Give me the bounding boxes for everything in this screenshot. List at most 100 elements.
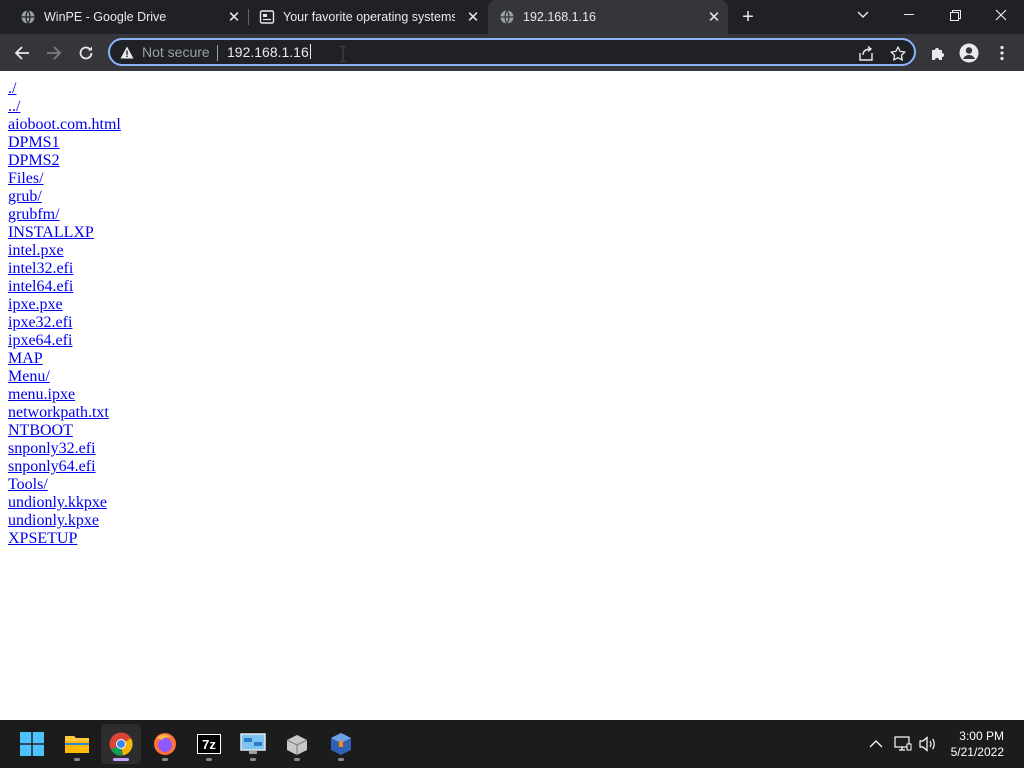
- directory-entry-link[interactable]: menu.ipxe: [8, 386, 1008, 404]
- close-icon: [995, 9, 1007, 21]
- virtualbox-button[interactable]: [321, 724, 361, 764]
- back-arrow-icon: [14, 46, 29, 60]
- tab-title: WinPE - Google Drive: [44, 10, 167, 24]
- directory-listing: ./../aioboot.com.html DPMS1 DPMS2 Files/gru…: [8, 80, 1008, 548]
- directory-entry-link[interactable]: networkpath.txt: [8, 404, 1008, 422]
- start-button[interactable]: [12, 724, 52, 764]
- menu-button[interactable]: [991, 42, 1013, 64]
- control-panel-button[interactable]: [233, 724, 273, 764]
- file-explorer-icon: [65, 736, 89, 753]
- tab-title: 192.168.1.16: [523, 10, 596, 24]
- directory-entry-link[interactable]: Menu/: [8, 368, 1008, 386]
- globe-icon: [21, 10, 35, 24]
- chrome-button[interactable]: [101, 724, 141, 764]
- directory-entry-link[interactable]: ipxe.pxe: [8, 296, 1008, 314]
- directory-entry-link[interactable]: Files/: [8, 170, 1008, 188]
- close-tab-icon[interactable]: ✕: [706, 9, 722, 26]
- file-explorer-button[interactable]: [57, 724, 97, 764]
- network-icon: [894, 736, 912, 751]
- directory-entry-link[interactable]: undionly.kpxe: [8, 512, 1008, 530]
- taskbar: 7z 3:00 PM 5/21/2022: [0, 720, 1024, 768]
- directory-entry-link[interactable]: DPMS1: [8, 134, 1008, 152]
- close-window-button[interactable]: [978, 0, 1024, 30]
- directory-entry-link[interactable]: ./: [8, 80, 1008, 98]
- profile-button[interactable]: [958, 42, 980, 64]
- directory-entry-link[interactable]: NTBOOT: [8, 422, 1008, 440]
- start-icon: [20, 732, 44, 756]
- url-text[interactable]: 192.168.1.16: [227, 44, 311, 60]
- directory-entry-link[interactable]: XPSETUP: [8, 530, 1008, 548]
- directory-entry-link[interactable]: snponly32.efi: [8, 440, 1008, 458]
- tab-google-drive[interactable]: WinPE - Google Drive ✕: [0, 0, 248, 34]
- directory-entry-link[interactable]: intel.pxe: [8, 242, 1008, 260]
- directory-entry-link[interactable]: ipxe32.efi: [8, 314, 1008, 332]
- restore-icon: [949, 9, 961, 21]
- address-bar[interactable]: Not secure 192.168.1.16: [108, 38, 916, 66]
- firefox-button[interactable]: [145, 724, 185, 764]
- directory-entry-link[interactable]: ipxe64.efi: [8, 332, 1008, 350]
- minimize-button[interactable]: [886, 0, 932, 30]
- text-cursor-icon: [340, 46, 346, 62]
- forward-button[interactable]: [41, 40, 67, 66]
- running-indicator: [74, 758, 80, 761]
- volume-icon: [919, 736, 935, 752]
- tab-strip: WinPE - Google Drive ✕ Your favorite ope…: [0, 0, 1024, 34]
- active-indicator: [113, 758, 129, 761]
- directory-entry-link[interactable]: MAP: [8, 350, 1008, 368]
- virtualbox-icon: [331, 733, 351, 755]
- tab-search-button[interactable]: [840, 0, 886, 30]
- reload-button[interactable]: [73, 40, 99, 66]
- firefox-icon: [154, 733, 176, 755]
- url-value[interactable]: 192.168.1.16: [227, 44, 309, 60]
- share-button[interactable]: [856, 44, 876, 64]
- running-indicator: [338, 758, 344, 761]
- separator: [217, 45, 218, 61]
- clock-date: 5/21/2022: [950, 745, 1004, 759]
- svg-text:7z: 7z: [202, 737, 216, 752]
- chevron-up-icon: [869, 740, 883, 748]
- new-tab-button[interactable]: +: [738, 7, 758, 27]
- package-app-button[interactable]: [277, 724, 317, 764]
- close-tab-icon[interactable]: ✕: [465, 9, 481, 26]
- forward-arrow-icon: [47, 46, 62, 60]
- restore-button[interactable]: [932, 0, 978, 30]
- back-button[interactable]: [9, 40, 35, 66]
- directory-entry-link[interactable]: INSTALLXP: [8, 224, 1008, 242]
- share-icon: [859, 46, 873, 61]
- volume-button[interactable]: [918, 734, 938, 754]
- star-icon: [890, 46, 906, 61]
- show-hidden-icons-button[interactable]: [866, 734, 886, 754]
- directory-entry-link[interactable]: Tools/: [8, 476, 1008, 494]
- chevron-down-icon: [857, 11, 869, 18]
- 7zip-button[interactable]: 7z: [189, 724, 229, 764]
- extensions-button[interactable]: [927, 42, 949, 64]
- directory-entry-link[interactable]: grub/: [8, 188, 1008, 206]
- directory-entry-link[interactable]: snponly64.efi: [8, 458, 1008, 476]
- directory-entry-link[interactable]: intel64.efi: [8, 278, 1008, 296]
- bookmark-button[interactable]: [888, 44, 908, 64]
- directory-entry-link[interactable]: grubfm/: [8, 206, 1008, 224]
- tab-192-168-1-16[interactable]: 192.168.1.16 ✕: [488, 0, 728, 34]
- browser-toolbar: Not secure 192.168.1.16: [0, 34, 1024, 71]
- chrome-icon: [109, 732, 133, 756]
- 7zip-icon: 7z: [197, 734, 221, 754]
- directory-entry-link[interactable]: intel32.efi: [8, 260, 1008, 278]
- running-indicator: [162, 758, 168, 761]
- document-icon: [259, 10, 275, 24]
- close-tab-icon[interactable]: ✕: [226, 9, 242, 26]
- reload-icon: [79, 46, 93, 60]
- warning-icon[interactable]: [120, 46, 134, 59]
- minimize-icon: [904, 14, 914, 15]
- network-status-button[interactable]: [893, 734, 913, 754]
- tab-title: Your favorite operating systems in one p…: [283, 10, 455, 24]
- directory-entry-link[interactable]: undionly.kkpxe: [8, 494, 1008, 512]
- running-indicator: [206, 758, 212, 761]
- directory-entry-link[interactable]: DPMS2: [8, 152, 1008, 170]
- tab-operating-systems[interactable]: Your favorite operating systems in one p…: [249, 0, 487, 34]
- clock[interactable]: 3:00 PM 5/21/2022: [951, 728, 1004, 760]
- text-caret: [309, 44, 311, 59]
- control-panel-icon: [240, 733, 266, 754]
- directory-entry-link[interactable]: aioboot.com.html: [8, 116, 1008, 134]
- directory-entry-link[interactable]: ../: [8, 98, 1008, 116]
- security-label[interactable]: Not secure: [142, 44, 210, 60]
